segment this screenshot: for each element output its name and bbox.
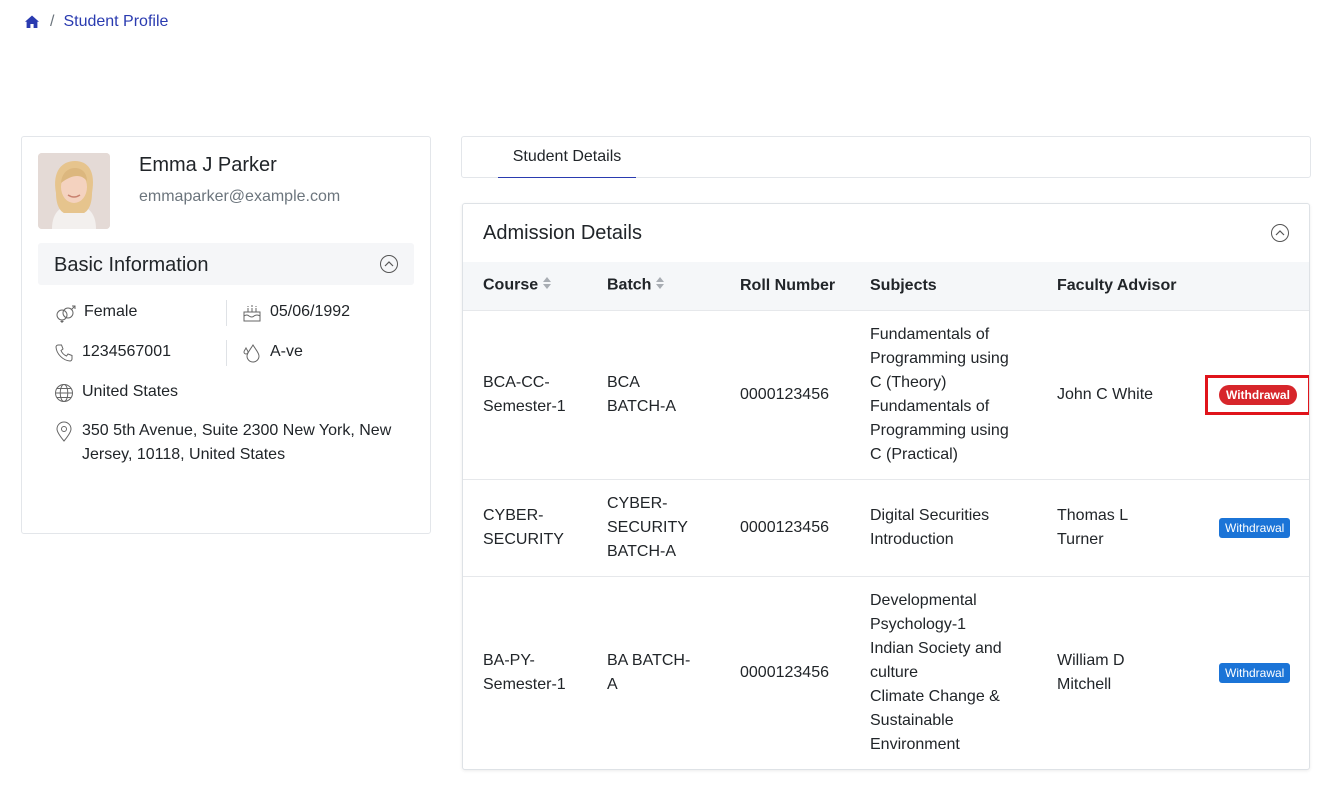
- withdrawal-button[interactable]: Withdrawal: [1219, 384, 1297, 405]
- subject-item: Fundamentals of Programming using C (The…: [870, 325, 1009, 391]
- sort-icon[interactable]: [655, 276, 665, 295]
- column-header-course[interactable]: Course: [463, 262, 587, 310]
- column-header-roll-number: Roll Number: [720, 262, 850, 310]
- admission-card: Admission Details Course Batch Roll Numb…: [462, 203, 1310, 770]
- address-info: 350 5th Avenue, Suite 2300 New York, New…: [54, 421, 404, 467]
- tabs-bar: Student Details: [461, 136, 1311, 178]
- withdrawal-button[interactable]: Withdrawal: [1219, 662, 1291, 683]
- subjects-cell: Developmental Psychology-1 Indian Societ…: [850, 575, 1037, 769]
- column-header-actions: [1191, 262, 1309, 310]
- column-header-faculty-advisor: Faculty Advisor: [1037, 262, 1191, 310]
- breadcrumb: / Student Profile: [24, 13, 168, 31]
- breadcrumb-separator: /: [50, 13, 55, 30]
- column-header-batch[interactable]: Batch: [587, 262, 720, 310]
- table-row: BCA-CC-Semester-1 BCA BATCH-A 0000123456…: [463, 309, 1309, 479]
- country-value: United States: [82, 383, 179, 400]
- blood-group-info: A-ve: [242, 343, 303, 363]
- blood-group-value: A-ve: [270, 343, 303, 360]
- gender-value: Female: [84, 303, 138, 320]
- advisor-cell: John C White: [1037, 309, 1191, 479]
- withdrawal-button[interactable]: Withdrawal: [1219, 517, 1291, 538]
- student-name: Emma J Parker: [139, 154, 277, 176]
- basic-info-header[interactable]: Basic Information: [38, 243, 414, 285]
- avatar: [38, 153, 110, 229]
- phone-icon: [55, 344, 73, 362]
- advisor-cell: Thomas L Turner: [1037, 478, 1191, 576]
- phone-info: 1234567001: [54, 343, 171, 363]
- country-info: United States: [54, 383, 178, 403]
- subject-item: Digital Securities Introduction: [870, 506, 990, 548]
- course-cell: BCA-CC-Semester-1: [463, 309, 587, 479]
- chevron-up-icon[interactable]: [1270, 223, 1290, 243]
- chevron-up-icon[interactable]: [379, 254, 399, 274]
- table-row: CYBER-SECURITY CYBER-SECURITY BATCH-A 00…: [463, 478, 1309, 576]
- batch-cell: CYBER-SECURITY BATCH-A: [587, 478, 720, 576]
- batch-cell: BA BATCH-A: [587, 575, 720, 769]
- subject-item: Climate Change & Sustainable Environment: [870, 687, 1000, 753]
- admission-title: Admission Details: [483, 222, 642, 244]
- batch-cell: BCA BATCH-A: [587, 309, 720, 479]
- divider: [226, 340, 227, 366]
- roll-number-cell: 0000123456: [720, 309, 850, 479]
- basic-info-title: Basic Information: [54, 254, 209, 276]
- table-header-row: Course Batch Roll Number Subjects Facult…: [463, 262, 1309, 310]
- subjects-cell: Digital Securities Introduction: [850, 478, 1037, 576]
- highlight-box: Withdrawal: [1205, 374, 1309, 415]
- gender-icon: [56, 305, 76, 323]
- globe-icon: [55, 384, 73, 402]
- subject-item: Indian Society and culture: [870, 639, 1002, 681]
- subject-item: Fundamentals of Programming using C (Pra…: [870, 397, 1009, 463]
- sort-icon[interactable]: [542, 276, 552, 295]
- birthday-cake-icon: [243, 305, 261, 322]
- table-row: BA-PY-Semester-1 BA BATCH-A 0000123456 D…: [463, 575, 1309, 769]
- blood-drop-icon: [243, 344, 260, 363]
- roll-number-cell: 0000123456: [720, 575, 850, 769]
- advisor-cell: William D Mitchell: [1037, 575, 1191, 769]
- dob-info: 05/06/1992: [242, 303, 350, 323]
- tab-student-details[interactable]: Student Details: [498, 137, 636, 178]
- breadcrumb-current[interactable]: Student Profile: [63, 13, 168, 31]
- profile-card: Emma J Parker emmaparker@example.com Bas…: [21, 136, 431, 534]
- location-pin-icon: [56, 421, 72, 442]
- address-value: 350 5th Avenue, Suite 2300 New York, New…: [82, 422, 392, 463]
- subjects-cell: Fundamentals of Programming using C (The…: [850, 309, 1037, 479]
- gender-info: Female: [54, 303, 137, 323]
- student-email: emmaparker@example.com: [139, 188, 341, 205]
- dob-value: 05/06/1992: [270, 303, 351, 320]
- action-cell: Withdrawal: [1191, 575, 1309, 769]
- subject-item: Developmental Psychology-1: [870, 591, 977, 633]
- action-cell: Withdrawal: [1191, 309, 1309, 479]
- column-header-subjects: Subjects: [850, 262, 1037, 310]
- phone-value: 1234567001: [82, 343, 171, 360]
- course-cell: CYBER-SECURITY: [463, 478, 587, 576]
- action-cell: Withdrawal: [1191, 478, 1309, 576]
- roll-number-cell: 0000123456: [720, 478, 850, 576]
- divider: [226, 300, 227, 326]
- admission-table: Course Batch Roll Number Subjects Facult…: [463, 262, 1309, 769]
- home-icon[interactable]: [24, 14, 40, 30]
- course-cell: BA-PY-Semester-1: [463, 575, 587, 769]
